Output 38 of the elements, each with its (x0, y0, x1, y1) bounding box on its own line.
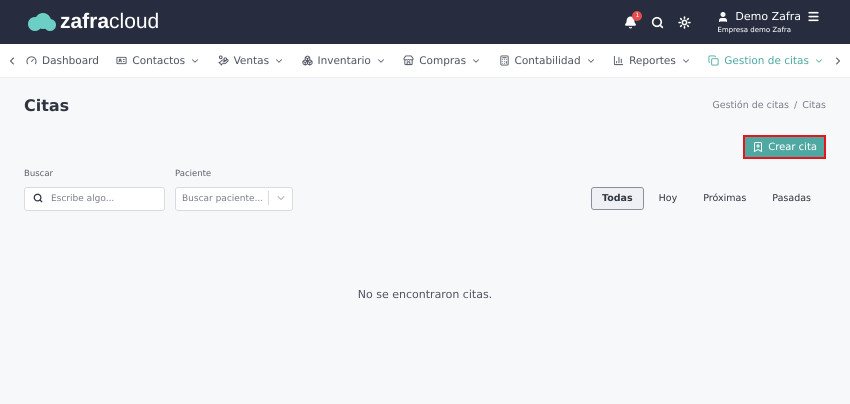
nav-item[interactable]: Contactos (116, 54, 200, 66)
id-card-icon (116, 55, 128, 66)
copy-icon (708, 55, 720, 66)
nav-item[interactable]: Inventario (302, 54, 386, 66)
nav-item[interactable]: Contabilidad (498, 54, 596, 66)
field-label: Paciente (175, 169, 212, 179)
nav-item[interactable]: Dashboard (26, 54, 99, 66)
user-icon (717, 10, 730, 22)
nav-item[interactable]: Reportes (613, 54, 691, 66)
bookmark-plus-icon (752, 141, 764, 153)
patient-select[interactable]: Buscar paciente... (175, 187, 293, 211)
field-label: Buscar (24, 169, 54, 179)
bell-icon[interactable] (624, 16, 638, 28)
logo-text: zafracloud (60, 10, 160, 34)
calculator-icon (498, 55, 510, 66)
filter-tab[interactable]: Próximas (692, 187, 758, 210)
gauge-icon (26, 55, 37, 66)
page-title: Citas (24, 96, 70, 115)
filter-tab[interactable]: Todas (591, 187, 644, 210)
menu-icon[interactable] (807, 10, 820, 23)
breadcrumb-item: Citas (802, 100, 826, 111)
search-icon[interactable] (651, 16, 664, 28)
cloud-logo-icon (26, 13, 56, 31)
breadcrumb-item[interactable]: Gestión de citas (712, 100, 790, 111)
boxes-icon (302, 55, 312, 66)
breadcrumb-separator: / (794, 100, 798, 111)
bar-chart-icon (613, 55, 624, 66)
nav-item[interactable]: Ventas (218, 54, 284, 66)
hand-coins-icon (218, 55, 229, 66)
sun-icon[interactable] (678, 16, 692, 28)
filter-tab[interactable]: Hoy (648, 187, 688, 210)
empty-message: No se encontraron citas. (356, 288, 494, 301)
store-icon (403, 55, 414, 66)
nav-item[interactable]: Compras (403, 54, 482, 66)
search-icon (33, 193, 43, 203)
user-name[interactable]: Demo Zafra (735, 10, 801, 23)
filter-tab[interactable]: Pasadas (761, 187, 822, 210)
search-field[interactable]: Escribe algo... (24, 187, 165, 211)
